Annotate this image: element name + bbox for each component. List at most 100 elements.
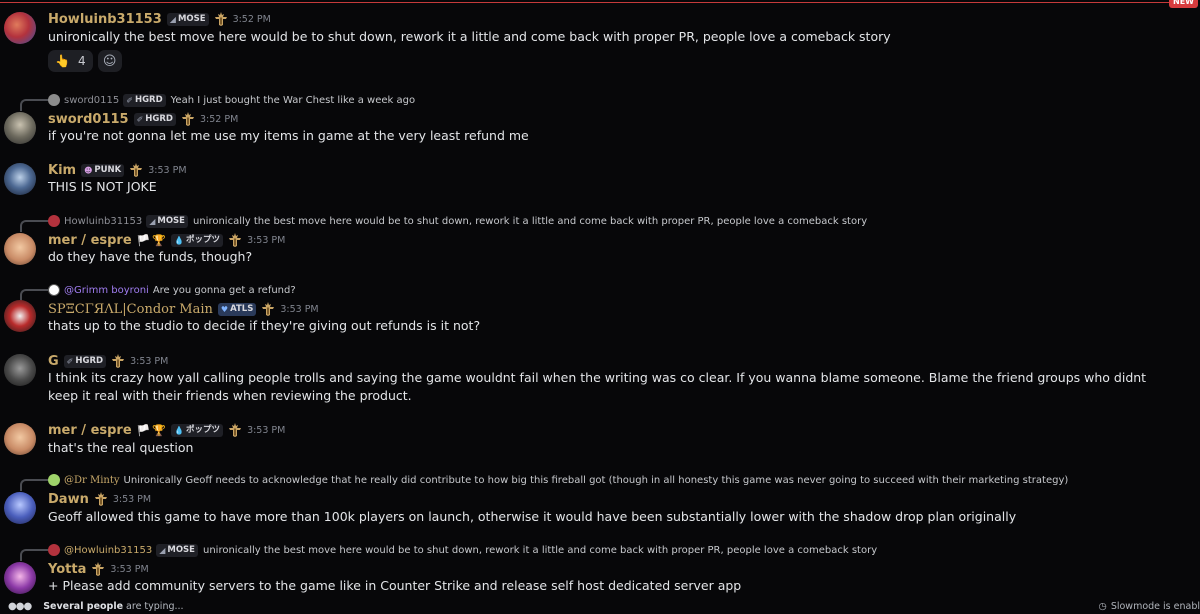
timestamp: 3:53 PM [148,164,187,176]
reply-avatar [48,284,60,296]
timestamp: 3:53 PM [247,424,286,436]
avatar[interactable] [4,423,36,455]
add-reaction-icon[interactable]: ☺ [97,50,122,72]
reply-avatar [48,474,60,486]
typing-names: Several people [43,600,124,612]
timestamp: 3:53 PM [110,563,149,575]
new-badge: NEW [1169,0,1198,8]
reaction-count: 4 [77,54,86,68]
flag-icon: 🏳️ [136,233,151,247]
avatar[interactable] [4,12,36,44]
reply-avatar [48,94,60,106]
reply-avatar [48,215,60,227]
username[interactable]: Dawn [48,492,89,507]
username[interactable]: sword0115 [48,112,129,127]
server-tag[interactable]: ♥ ATLS [217,302,257,316]
crest-icon [262,302,275,316]
server-tag[interactable]: ☻ PUNK [81,163,125,177]
username[interactable]: G [48,354,59,369]
slowmode-text: Slowmode is enabl [1110,600,1200,612]
username[interactable]: mer / espre [48,233,132,248]
pointing-up-emoji-icon: 👆 [55,54,70,68]
timestamp: 3:52 PM [232,13,271,25]
timestamp: 3:53 PM [247,234,286,246]
reply-username[interactable]: @Grimm boyroni [64,285,149,296]
reactions-bar: 👆 4 ☺ [48,50,122,72]
message-text: that's the real question [48,440,194,455]
typing-dots-icon: ●●● [8,600,32,612]
reply-avatar [48,544,60,556]
typing-suffix: are typing... [126,600,184,612]
reply-tag: ◢ MOSE [146,214,188,228]
server-tag[interactable]: 💧 ポップツ [171,233,224,247]
server-tag[interactable]: 💧 ポップツ [171,423,224,437]
username[interactable]: SPΞCΓЯΛL|Condor Main [48,302,213,317]
reply-preview[interactable]: sword0115 ✐ HGRD Yeah I just bought the W… [48,93,415,107]
avatar[interactable] [4,300,36,332]
new-messages-divider [0,2,1174,3]
droplet-icon: 💧 [174,235,185,245]
crest-icon [94,492,107,506]
reply-text: Unironically Geoff needs to acknowledge … [123,474,1069,486]
timestamp: 3:53 PM [280,303,319,315]
avatar[interactable] [4,112,36,144]
message-text: if you're not gonna let me use my items … [48,128,529,143]
reply-text: unironically the best move here would be… [193,215,868,227]
reply-spine [20,549,48,561]
message-text: I think its crazy how yall calling peopl… [48,370,1147,403]
server-tag[interactable]: ✐ HGRD [133,112,176,126]
droplet-icon: 💧 [174,425,185,435]
crest-icon [229,423,242,437]
message-text: + Please add community servers to the ga… [48,578,742,593]
reply-preview[interactable]: @Howluinb31153 ◢ MOSE unironically the be… [48,543,877,557]
reply-text: Yeah I just bought the War Chest like a … [170,94,416,106]
reply-spine [20,289,48,301]
message-text: THIS IS NOT JOKE [48,179,157,194]
reply-tag: ◢ MOSE [156,543,198,557]
trophy-icon: 🏆 [152,423,167,437]
reply-preview[interactable]: Howluinb31153 ◢ MOSE unironically the bes… [48,214,867,228]
message-text: thats up to the studio to decide if they… [48,318,481,333]
tag-icon: ◢ [169,14,176,24]
reply-username[interactable]: @Dr Minty [64,475,120,486]
avatar[interactable] [4,163,36,195]
timestamp: 3:53 PM [112,493,152,505]
crest-icon [92,562,105,576]
avatar[interactable] [4,562,36,594]
tag-icon: ✐ [136,114,144,124]
username[interactable]: Kim [48,163,76,178]
username[interactable]: Yotta [48,562,86,577]
username[interactable]: mer / espre [48,423,132,438]
message-text: Geoff allowed this game to have more tha… [48,509,1017,524]
slowmode-indicator[interactable]: ◷ Slowmode is enabl [1099,600,1200,612]
reply-preview[interactable]: @Dr Minty Unironically Geoff needs to ac… [48,473,1068,487]
message-text: do they have the funds, though? [48,249,253,264]
reply-spine [20,99,48,111]
crest-icon [112,354,125,368]
reply-preview[interactable]: @Grimm boyroni Are you gonna get a refun… [48,283,296,297]
reply-spine [20,220,48,232]
heart-icon: ♥ [220,304,229,314]
flag-icon: 🏳️ [136,423,151,437]
username[interactable]: Howluinb31153 [48,12,162,27]
server-tag[interactable]: ◢ MOSE [166,12,209,26]
crest-icon [130,163,143,177]
avatar[interactable] [4,492,36,524]
server-tag[interactable]: ✐ HGRD [63,354,107,368]
reply-text: unironically the best move here would be… [203,544,878,556]
reply-username[interactable]: @Howluinb31153 [64,545,152,556]
avatar[interactable] [4,354,36,386]
reaction-pointing-up[interactable]: 👆 4 [48,50,93,72]
reply-text: Are you gonna get a refund? [152,284,296,296]
clock-icon: ◷ [1098,600,1107,612]
crest-icon [214,12,227,26]
crest-icon [181,112,194,126]
trophy-icon: 🏆 [152,233,167,247]
reply-tag: ✐ HGRD [123,93,166,107]
tag-icon: ✐ [66,356,74,366]
message-text: unironically the best move here would be… [48,29,891,44]
reply-username[interactable]: Howluinb31153 [64,216,142,227]
avatar[interactable] [4,233,36,265]
skull-icon: ☻ [84,165,93,175]
reply-username[interactable]: sword0115 [64,95,119,106]
